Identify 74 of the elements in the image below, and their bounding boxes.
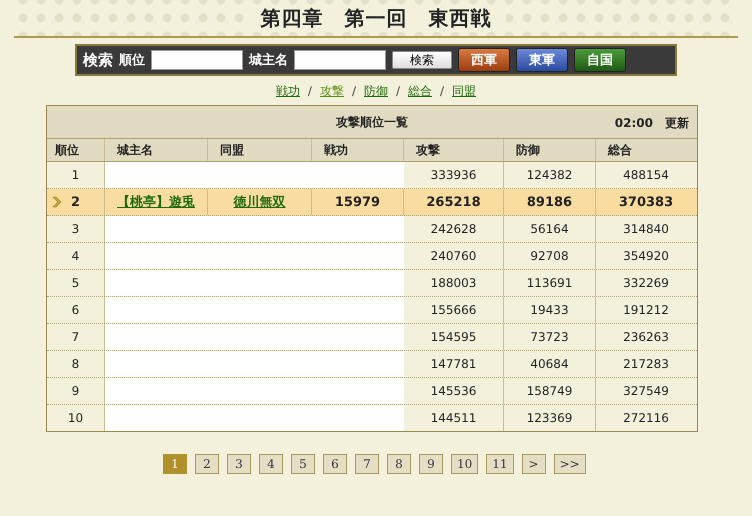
- attack-cell: 155666: [404, 297, 504, 323]
- column-header: 同盟: [208, 139, 312, 161]
- alliance-link[interactable]: 徳川無双: [234, 193, 286, 211]
- search-heading: 検索: [83, 50, 113, 70]
- page-button[interactable]: 8: [387, 454, 411, 474]
- column-header: 総合: [606, 142, 633, 158]
- army-button[interactable]: 西軍: [458, 48, 510, 72]
- ranking-tab[interactable]: 防御: [364, 82, 388, 100]
- page-button[interactable]: 7: [355, 454, 379, 474]
- defense-cell: 19433: [504, 297, 596, 323]
- chevron-icon: [52, 196, 62, 208]
- total-cell-text: 332269: [622, 275, 670, 292]
- ranking-tab[interactable]: 攻撃: [320, 82, 344, 100]
- column-header: 順位: [47, 139, 105, 161]
- ranking-tab[interactable]: 同盟: [452, 82, 476, 100]
- name-input-field[interactable]: [294, 50, 386, 70]
- attack-cell: 188003: [404, 270, 504, 296]
- rank-label: 順位: [119, 52, 145, 69]
- page-button[interactable]: 4: [259, 454, 283, 474]
- rank-cell: 2: [47, 189, 105, 215]
- defense-cell: 40684: [504, 351, 596, 377]
- attack-cell: 265218: [404, 189, 504, 215]
- page-button[interactable]: >: [522, 454, 546, 474]
- total-cell-text: 191212: [622, 302, 670, 319]
- defense-cell: 158749: [504, 378, 596, 404]
- total-cell-text: 217283: [622, 356, 670, 373]
- column-header: 城主名: [105, 139, 208, 161]
- ranking-tab[interactable]: 総合: [408, 82, 432, 100]
- page-button[interactable]: 5: [291, 454, 315, 474]
- page-button[interactable]: 9: [419, 454, 443, 474]
- column-header: 戦功: [312, 139, 404, 161]
- separator: /: [396, 84, 400, 98]
- defense-cell: 123369: [504, 405, 596, 431]
- attack-cell: 240760: [404, 243, 504, 269]
- page-button[interactable]: 2: [195, 454, 219, 474]
- attack-cell: 242628: [404, 216, 504, 242]
- total-cell-text: 354920: [622, 248, 670, 265]
- total-cell-text: 272116: [622, 410, 670, 427]
- defense-cell: 124382: [504, 162, 596, 188]
- attack-cell: 144511: [404, 405, 504, 431]
- rank-input-field[interactable]: [151, 50, 243, 70]
- army-button[interactable]: 東軍: [516, 48, 568, 72]
- lord-link[interactable]: 【桃亭】遊兎: [117, 193, 195, 211]
- attack-cell: 333936: [404, 162, 504, 188]
- table-title: 攻撃順位一覧: [336, 114, 408, 130]
- defense-cell: 89186: [504, 189, 596, 215]
- page-button[interactable]: 11: [486, 454, 514, 474]
- column-header: 防御: [504, 139, 596, 161]
- ranking-tab[interactable]: 戦功: [276, 82, 300, 100]
- page-button[interactable]: 6: [323, 454, 347, 474]
- page-button[interactable]: 10: [451, 454, 478, 474]
- total-cell-text: 370383: [618, 194, 674, 212]
- total-cell-text: 488154: [622, 167, 670, 184]
- merit-cell: 15979: [312, 189, 404, 215]
- defense-cell: 113691: [504, 270, 596, 296]
- defense-cell: 92708: [504, 243, 596, 269]
- attack-cell: 145536: [404, 378, 504, 404]
- page-button[interactable]: 3: [227, 454, 251, 474]
- separator: /: [308, 84, 312, 98]
- name-label: 城主名: [249, 52, 288, 69]
- search-button[interactable]: 検索: [392, 51, 452, 69]
- separator: /: [440, 84, 444, 98]
- defense-cell: 56164: [504, 216, 596, 242]
- update-time: 02:00 更新: [614, 115, 689, 132]
- army-button[interactable]: 自国: [574, 48, 626, 72]
- total-cell-text: 236263: [622, 329, 670, 346]
- separator: /: [352, 84, 356, 98]
- total-cell-text: 327549: [622, 383, 670, 400]
- column-header: 攻撃: [404, 139, 504, 161]
- attack-cell: 147781: [404, 351, 504, 377]
- defense-cell: 73723: [504, 324, 596, 350]
- total-cell-text: 314840: [622, 221, 670, 238]
- attack-cell: 154595: [404, 324, 504, 350]
- page-button[interactable]: >>: [554, 454, 586, 474]
